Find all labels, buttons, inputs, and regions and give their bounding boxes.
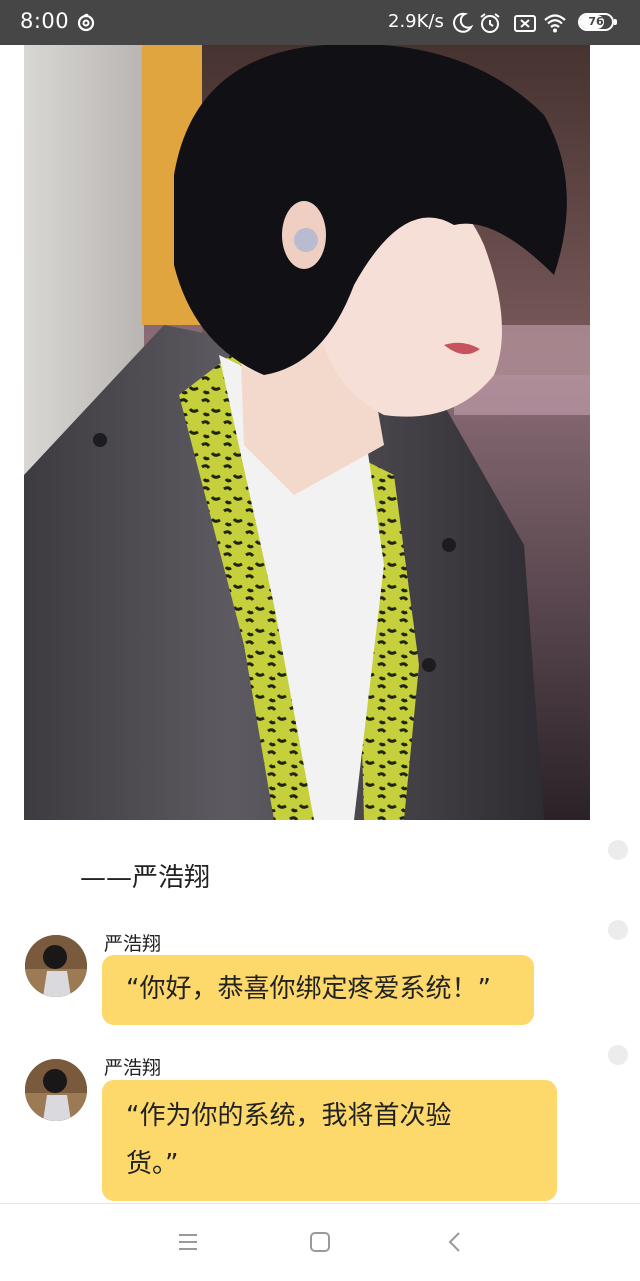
comment-dot[interactable] bbox=[608, 1045, 628, 1065]
menu-icon[interactable] bbox=[176, 1230, 200, 1254]
home-icon[interactable] bbox=[308, 1230, 332, 1254]
avatar[interactable] bbox=[25, 1059, 87, 1121]
message-bubble: “作为你的系统，我将首次验 货。” bbox=[102, 1080, 557, 1201]
portrait-photo bbox=[24, 45, 590, 820]
back-icon[interactable] bbox=[443, 1230, 467, 1254]
moon-icon bbox=[453, 12, 474, 33]
comment-dot[interactable] bbox=[608, 920, 628, 940]
no-sim-icon bbox=[514, 15, 536, 32]
avatar[interactable] bbox=[25, 935, 87, 997]
net-speed: 2.9K/s bbox=[388, 11, 444, 32]
status-bar: 8:00 2.9K/s 76 bbox=[0, 0, 640, 45]
alarm-icon bbox=[480, 13, 500, 33]
message-bubble: “你好，恭喜你绑定疼爱系统！” bbox=[102, 955, 534, 1025]
netease-music-icon bbox=[77, 13, 95, 32]
navigation-bar bbox=[0, 1203, 640, 1281]
wifi-icon bbox=[544, 14, 566, 33]
battery-level: 76 bbox=[588, 15, 604, 28]
message-text: “你好，恭喜你绑定疼爱系统！” bbox=[126, 974, 491, 1004]
photo-caption: ——严浩翔 bbox=[80, 863, 211, 893]
comment-dot[interactable] bbox=[608, 840, 628, 860]
battery-icon: 76 bbox=[578, 13, 618, 31]
sender-name: 严浩翔 bbox=[104, 933, 162, 955]
message-text-line: 货。” bbox=[126, 1149, 179, 1179]
message-text-line: “作为你的系统，我将首次验 bbox=[126, 1101, 452, 1131]
sender-name: 严浩翔 bbox=[104, 1057, 162, 1079]
status-time: 8:00 bbox=[20, 9, 70, 33]
